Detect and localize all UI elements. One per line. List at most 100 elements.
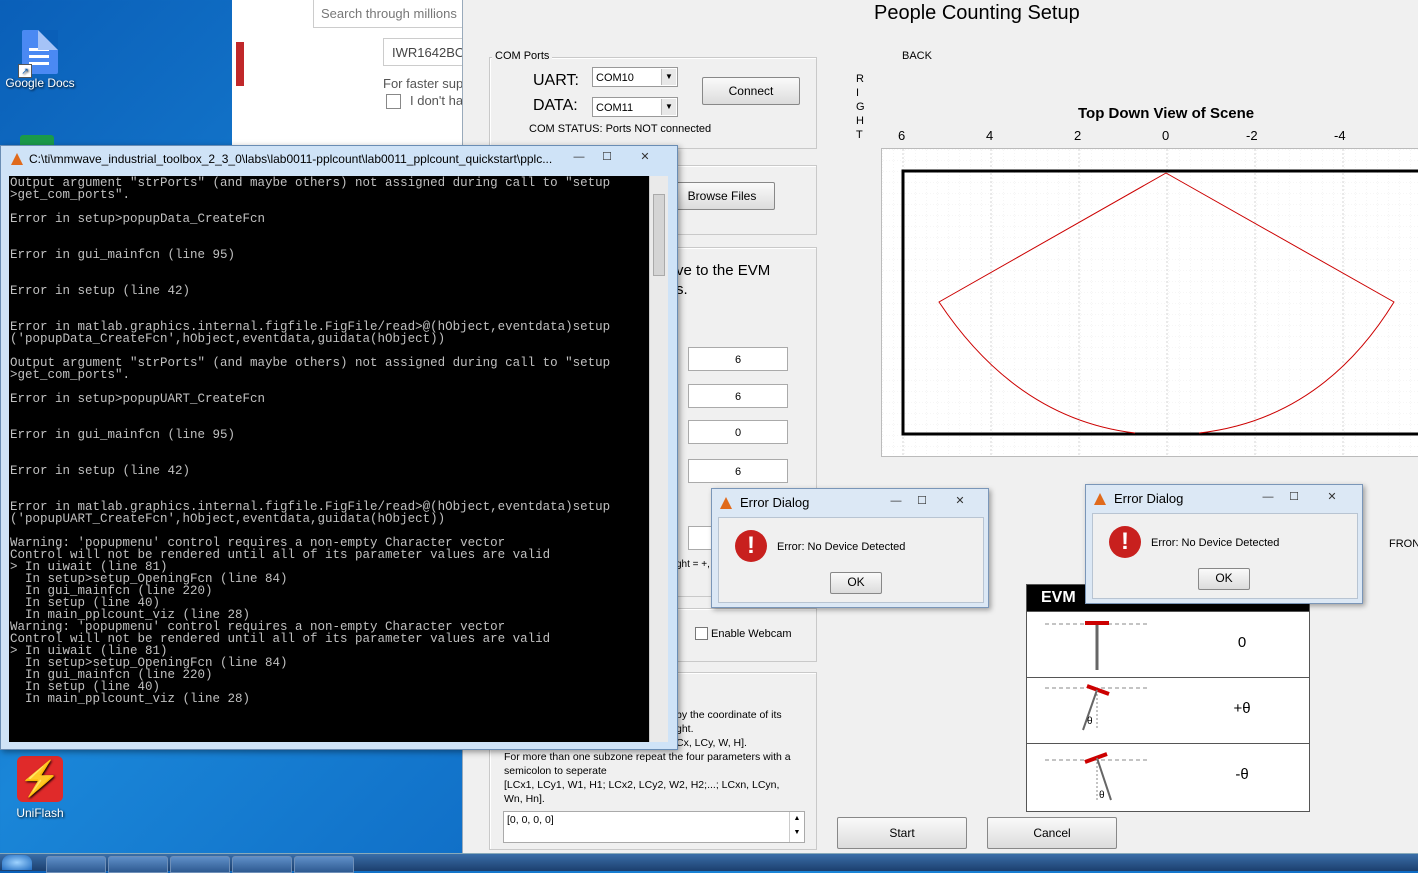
command-window: C:\ti\mmwave_industrial_toolbox_2_3_0\la… (0, 145, 678, 750)
error-dialog: Error Dialog — ☐ ✕ ! Error: No Device De… (711, 488, 989, 608)
com-ports-label: COM Ports (492, 50, 553, 62)
taskbar-matlab[interactable] (294, 856, 354, 873)
evm-orientation-table: EVM 0 θ +θ θ -θ (1026, 584, 1310, 812)
browse-files-button[interactable]: Browse Files (669, 182, 775, 210)
scrollbar[interactable]: ▲ ▼ (789, 812, 804, 842)
dialog-body: ! Error: No Device Detected OK (1092, 513, 1358, 599)
x-tick-label: 0 (1162, 128, 1170, 143)
evm-value: +θ (1233, 700, 1251, 717)
taskbar-chrome[interactable] (170, 856, 230, 873)
hint-text: For faster sup (383, 76, 464, 91)
window-title: C:\ti\mmwave_industrial_toolbox_2_3_0\la… (29, 152, 553, 166)
evm-tilt-up-icon (1045, 684, 1149, 731)
matlab-icon (1094, 493, 1106, 505)
x-tick-label: -2 (1246, 128, 1258, 143)
x-tick-label: 4 (986, 128, 994, 143)
back-label: BACK (902, 50, 932, 62)
taskbar (0, 853, 1418, 873)
part-number-field[interactable]: IWR1642BO (383, 38, 473, 66)
error-icon: ! (735, 530, 767, 562)
page-title: People Counting Setup (874, 2, 1080, 24)
console-output[interactable]: Output argument "strPorts" (and maybe ot… (9, 176, 649, 742)
error-dialog: Error Dialog — ☐ ✕ ! Error: No Device De… (1085, 484, 1363, 604)
data-select[interactable]: COM11 ▼ (592, 97, 678, 117)
ok-button[interactable]: OK (1198, 568, 1250, 590)
evm-value: -θ (1235, 766, 1249, 783)
chevron-down-icon: ▼ (661, 99, 676, 115)
data-label: DATA: (533, 97, 578, 114)
x-tick-label: -4 (1334, 128, 1346, 143)
maximize-button[interactable]: ☐ (910, 493, 934, 509)
desktop-icon-label: UniFlash (16, 806, 64, 820)
evm-row-1: θ +θ (1027, 677, 1309, 744)
param-field-4[interactable]: 6 (688, 459, 788, 483)
dialog-title: Error Dialog (1114, 491, 1184, 506)
scene-svg (882, 149, 1418, 456)
search-input[interactable]: Search through millions (313, 0, 473, 28)
desktop-icon-uniflash[interactable]: ⚡ UniFlash (0, 756, 80, 820)
uart-select-value: COM10 (596, 72, 634, 84)
close-button[interactable]: ✕ (633, 149, 657, 165)
uart-label: UART: (533, 72, 579, 89)
desktop-icon-google-docs[interactable]: ↗ Google Docs (0, 30, 80, 90)
start-button[interactable]: Start (837, 817, 967, 849)
dialog-message: Error: No Device Detected (777, 541, 906, 553)
cancel-button[interactable]: Cancel (987, 817, 1117, 849)
minimize-button[interactable]: — (567, 149, 591, 165)
dialog-message: Error: No Device Detected (1151, 537, 1280, 549)
scrollbar[interactable] (649, 176, 668, 742)
matlab-icon (11, 153, 23, 165)
right-label: RIGHT (856, 73, 865, 141)
shortcut-arrow-icon: ↗ (18, 64, 32, 78)
scene-plot (881, 148, 1418, 457)
param-field-2[interactable]: 6 (688, 384, 788, 408)
connect-button[interactable]: Connect (702, 77, 800, 105)
close-button[interactable]: ✕ (1320, 489, 1344, 505)
close-button[interactable]: ✕ (948, 493, 972, 509)
browser-red-accent (236, 42, 244, 86)
dialog-body: ! Error: No Device Detected OK (718, 517, 984, 603)
enable-webcam-checkbox[interactable] (695, 627, 708, 640)
evm-row-2: θ -θ (1027, 743, 1309, 810)
minimize-button[interactable]: — (884, 493, 908, 509)
console-text: Output argument "strPorts" (and maybe ot… (10, 176, 611, 706)
enable-webcam-label: Enable Webcam (711, 628, 792, 640)
param-field-5[interactable] (688, 526, 712, 550)
subzone-text-5: semicolon to seperate (504, 765, 607, 777)
param-field-1[interactable]: 6 (688, 347, 788, 371)
subzone-text-7: Wn, Hn]. (504, 793, 545, 805)
axes-title: Top Down View of Scene (1078, 105, 1255, 122)
subzone-input[interactable]: [0, 0, 0, 0] ▲ ▼ (503, 811, 805, 843)
uniflash-icon: ⚡ (17, 756, 63, 802)
subzone-text-1: by the coordinate of its (676, 709, 782, 721)
taskbar-app[interactable] (232, 856, 292, 873)
taskbar-explorer[interactable] (46, 856, 106, 873)
checkbox[interactable] (386, 94, 401, 109)
chevron-down-icon: ▼ (661, 69, 676, 85)
google-docs-icon: ↗ (18, 30, 58, 78)
maximize-button[interactable]: ☐ (1282, 489, 1306, 505)
evm-value: 0 (1237, 634, 1247, 651)
theta-label: θ (1087, 716, 1093, 727)
desktop-icon-label: Google Docs (5, 76, 75, 90)
evm-instruction-text: ve to the EVM (676, 262, 771, 279)
com-status: COM STATUS: Ports NOT connected (529, 123, 712, 135)
start-orb-icon[interactable] (2, 855, 32, 870)
subzone-text-6: [LCx1, LCy1, W1, H1; LCx2, LCy2, W2, H2;… (504, 779, 780, 791)
taskbar-media[interactable] (108, 856, 168, 873)
maximize-button[interactable]: ☐ (595, 149, 619, 165)
ok-button[interactable]: OK (830, 572, 882, 594)
matlab-icon (720, 497, 732, 509)
evm-flat-icon (1045, 621, 1149, 670)
param-field-3[interactable]: 0 (688, 420, 788, 444)
angle-hint: ght = +, (676, 559, 710, 570)
subzone-text-4: For more than one subzone repeat the fou… (504, 751, 791, 763)
error-icon: ! (1109, 526, 1141, 558)
minimize-button[interactable]: — (1256, 489, 1280, 505)
data-select-value: COM11 (596, 102, 634, 114)
uart-select[interactable]: COM10 ▼ (592, 67, 678, 87)
dialog-title: Error Dialog (740, 495, 810, 510)
scroll-thumb[interactable] (653, 194, 665, 276)
subzone-text-2: ght. (676, 723, 694, 735)
subzone-text-3: Cx, LCy, W, H]. (676, 737, 747, 749)
